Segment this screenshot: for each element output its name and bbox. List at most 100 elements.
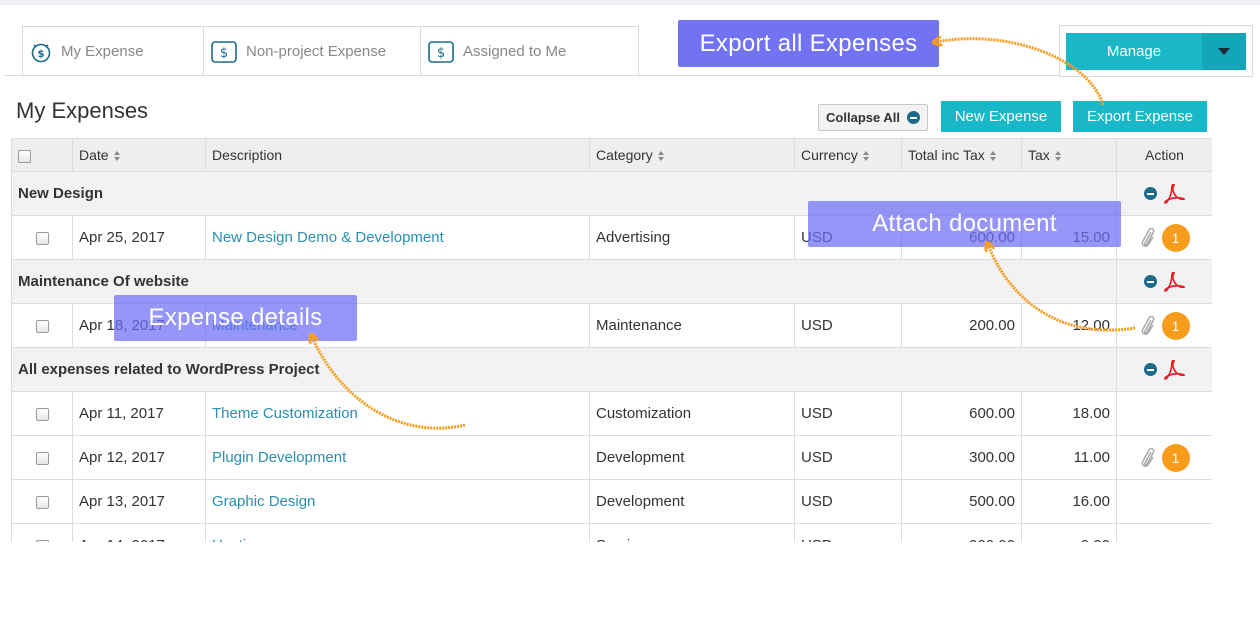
tab-label: Non-project Expense: [246, 43, 387, 60]
category-cell: Advertising: [589, 215, 795, 260]
collapse-group-icon[interactable]: [1144, 363, 1157, 376]
new-expense-button[interactable]: New Expense: [941, 101, 1061, 132]
date-cell: Apr 14, 2017: [72, 523, 206, 542]
description-cell: Theme Customization: [205, 391, 590, 436]
header-label: Tax: [1028, 147, 1050, 163]
date-cell: Apr 13, 2017: [72, 479, 206, 524]
pdf-icon[interactable]: [1163, 271, 1185, 292]
currency-cell: USD: [794, 435, 902, 480]
select-all-checkbox[interactable]: [18, 149, 31, 163]
action-cell: 1: [1116, 303, 1212, 348]
tab-label: Assigned to Me: [463, 43, 567, 60]
description-link[interactable]: Hosting: [212, 537, 263, 542]
attachment-count-badge[interactable]: 1: [1161, 443, 1190, 472]
group-name: All expenses related to WordPress Projec…: [11, 347, 1117, 392]
attachment-count-badge[interactable]: 1: [1161, 311, 1190, 340]
date-cell: Apr 12, 2017: [72, 435, 206, 480]
row-select-cell: [11, 479, 73, 524]
col-currency[interactable]: Currency: [794, 138, 902, 172]
tax-cell: 16.00: [1021, 479, 1117, 524]
top-strip: [0, 0, 1260, 5]
table-row: Apr 12, 2017 Plugin Development Developmen…: [11, 435, 1212, 480]
callout-export: Export all Expenses: [678, 20, 939, 67]
export-expense-button[interactable]: Export Expense: [1073, 101, 1207, 132]
description-link[interactable]: Plugin Development: [212, 449, 346, 466]
col-date[interactable]: Date: [72, 138, 206, 172]
tab-assigned-to-me[interactable]: $ Assigned to Me: [421, 27, 638, 76]
col-total[interactable]: Total inc Tax: [901, 138, 1022, 172]
header-label: Currency: [801, 147, 858, 163]
total-cell: 300.00: [901, 435, 1022, 480]
tax-cell: 18.00: [1021, 391, 1117, 436]
select-all-cell: [11, 138, 73, 172]
description-link[interactable]: New Design Demo & Development: [212, 229, 444, 246]
callout-details: Expense details: [114, 295, 357, 341]
currency-cell: USD: [794, 303, 902, 348]
group-actions: [1116, 171, 1212, 216]
description-link[interactable]: Graphic Design: [212, 493, 315, 510]
svg-text:$: $: [437, 46, 445, 61]
paperclip-icon[interactable]: [1140, 446, 1156, 470]
row-checkbox[interactable]: [35, 495, 49, 509]
header-label: Total inc Tax: [908, 147, 985, 163]
tab-my-expense[interactable]: $ My Expense: [23, 27, 204, 76]
row-checkbox[interactable]: [35, 539, 49, 542]
collapse-all-button[interactable]: Collapse All: [818, 104, 928, 131]
row-checkbox[interactable]: [35, 231, 49, 245]
sort-icon: [989, 150, 997, 162]
tax-cell: 12.00: [1021, 303, 1117, 348]
pdf-icon[interactable]: [1163, 359, 1185, 380]
category-cell: Customization: [589, 391, 795, 436]
date-cell: Apr 25, 2017: [72, 215, 206, 260]
page-title: My Expenses: [16, 98, 149, 123]
collapse-group-icon[interactable]: [1144, 187, 1157, 200]
col-action: Action: [1116, 138, 1212, 172]
group-actions: [1116, 259, 1212, 304]
tax-cell: 11.00: [1021, 435, 1117, 480]
callout-attach: Attach document: [808, 201, 1121, 247]
sort-icon: [862, 150, 870, 162]
description-cell: New Design Demo & Development: [205, 215, 590, 260]
currency-cell: USD: [794, 391, 902, 436]
attachment-count-badge[interactable]: 1: [1161, 223, 1190, 252]
expense-tabs: $ My Expense $ Non-project Expense $ Ass…: [22, 26, 639, 76]
row-checkbox[interactable]: [35, 451, 49, 465]
header-label: Date: [79, 147, 109, 163]
tax-cell: 9.00: [1021, 523, 1117, 542]
currency-cell: USD: [794, 479, 902, 524]
pdf-icon[interactable]: [1163, 183, 1185, 204]
manage-button[interactable]: Manage: [1066, 33, 1202, 70]
row-checkbox[interactable]: [35, 319, 49, 333]
header-label: Action: [1145, 147, 1184, 163]
money-clock-icon: $: [30, 41, 52, 63]
tab-non-project-expense[interactable]: $ Non-project Expense: [204, 27, 421, 76]
total-cell: 900.00: [901, 523, 1022, 542]
paperclip-icon[interactable]: [1140, 226, 1156, 250]
header-label: Category: [596, 147, 653, 163]
row-checkbox[interactable]: [35, 407, 49, 421]
manage-caret-button[interactable]: [1202, 33, 1246, 70]
manage-dropdown: Manage: [1059, 25, 1253, 77]
col-category[interactable]: Category: [589, 138, 795, 172]
category-cell: Maintenance: [589, 303, 795, 348]
table-header-row: Date Description Category Currency Total…: [11, 138, 1212, 172]
paperclip-icon[interactable]: [1140, 314, 1156, 338]
row-select-cell: [11, 435, 73, 480]
group-row: All expenses related to WordPress Projec…: [11, 347, 1212, 392]
total-cell: 200.00: [901, 303, 1022, 348]
category-cell: Service: [589, 523, 795, 542]
col-tax[interactable]: Tax: [1021, 138, 1117, 172]
group-actions: [1116, 347, 1212, 392]
header-label: Description: [212, 147, 283, 163]
description-link[interactable]: Theme Customization: [212, 405, 358, 422]
collapse-group-icon[interactable]: [1144, 275, 1157, 288]
category-cell: Development: [589, 435, 795, 480]
tab-label: My Expense: [61, 43, 144, 60]
sort-icon: [657, 150, 665, 162]
row-select-cell: [11, 215, 73, 260]
action-cell: 1: [1116, 215, 1212, 260]
chevron-down-icon: [1218, 48, 1230, 55]
action-cell: [1116, 391, 1212, 436]
row-select-cell: [11, 391, 73, 436]
dollar-box-icon: $: [211, 40, 237, 63]
